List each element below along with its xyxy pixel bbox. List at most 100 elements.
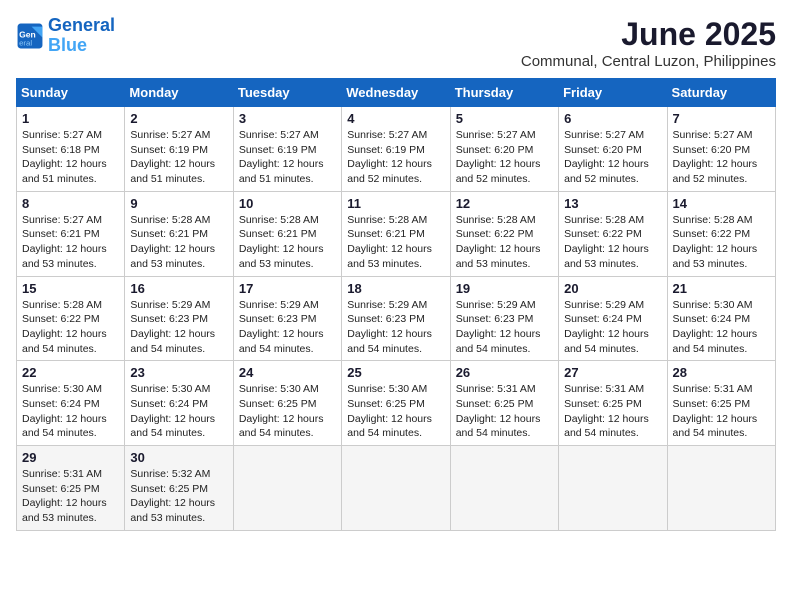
table-row: 7Sunrise: 5:27 AMSunset: 6:20 PMDaylight… bbox=[667, 107, 775, 192]
day-info: Sunrise: 5:28 AMSunset: 6:21 PMDaylight:… bbox=[347, 213, 444, 272]
day-info: Sunrise: 5:27 AMSunset: 6:19 PMDaylight:… bbox=[347, 128, 444, 187]
calendar-week-row: 29 Sunrise: 5:31 AMSunset: 6:25 PMDayligh… bbox=[17, 446, 776, 531]
table-row: 18 Sunrise: 5:29 AMSunset: 6:23 PMDayligh… bbox=[342, 276, 450, 361]
col-saturday: Saturday bbox=[667, 79, 775, 107]
table-row: 9 Sunrise: 5:28 AMSunset: 6:21 PMDaylight… bbox=[125, 191, 233, 276]
day-number: 14 bbox=[673, 196, 770, 211]
table-row: 8 Sunrise: 5:27 AMSunset: 6:21 PMDaylight… bbox=[17, 191, 125, 276]
col-tuesday: Tuesday bbox=[233, 79, 341, 107]
day-number: 18 bbox=[347, 281, 444, 296]
col-friday: Friday bbox=[559, 79, 667, 107]
table-row: 4 Sunrise: 5:27 AMSunset: 6:19 PMDaylight… bbox=[342, 107, 450, 192]
day-number: 3 bbox=[239, 111, 336, 126]
page-header: Gen eral General Blue June 2025 Communal… bbox=[16, 16, 776, 70]
table-row: 20Sunrise: 5:29 AMSunset: 6:24 PMDayligh… bbox=[559, 276, 667, 361]
table-row: 12 Sunrise: 5:28 AMSunset: 6:22 PMDayligh… bbox=[450, 191, 558, 276]
table-row: 13 Sunrise: 5:28 AMSunset: 6:22 PMDayligh… bbox=[559, 191, 667, 276]
logo: Gen eral General Blue bbox=[16, 16, 115, 56]
table-row bbox=[233, 446, 341, 531]
day-number: 23 bbox=[130, 365, 227, 380]
day-info: Sunrise: 5:30 AMSunset: 6:25 PMDaylight:… bbox=[347, 382, 444, 441]
logo-line1: General bbox=[48, 15, 115, 35]
col-sunday: Sunday bbox=[17, 79, 125, 107]
day-number: 5 bbox=[456, 111, 553, 126]
table-row: 26Sunrise: 5:31 AMSunset: 6:25 PMDayligh… bbox=[450, 361, 558, 446]
day-number: 12 bbox=[456, 196, 553, 211]
table-row: 30Sunrise: 5:32 AMSunset: 6:25 PMDayligh… bbox=[125, 446, 233, 531]
day-number: 1 bbox=[22, 111, 119, 126]
month-title: June 2025 bbox=[521, 16, 776, 53]
table-row bbox=[450, 446, 558, 531]
day-info: Sunrise: 5:28 AMSunset: 6:22 PMDaylight:… bbox=[456, 213, 553, 272]
day-info: Sunrise: 5:30 AMSunset: 6:24 PMDaylight:… bbox=[673, 298, 770, 357]
table-row: 10Sunrise: 5:28 AMSunset: 6:21 PMDayligh… bbox=[233, 191, 341, 276]
logo-line2: Blue bbox=[48, 35, 87, 55]
table-row: 3 Sunrise: 5:27 AMSunset: 6:19 PMDaylight… bbox=[233, 107, 341, 192]
calendar-header-row: Sunday Monday Tuesday Wednesday Thursday… bbox=[17, 79, 776, 107]
day-info: Sunrise: 5:29 AMSunset: 6:23 PMDaylight:… bbox=[347, 298, 444, 357]
table-row: 23 Sunrise: 5:30 AMSunset: 6:24 PMDayligh… bbox=[125, 361, 233, 446]
day-info: Sunrise: 5:27 AMSunset: 6:19 PMDaylight:… bbox=[130, 128, 227, 187]
calendar-week-row: 22 Sunrise: 5:30 AMSunset: 6:24 PMDayligh… bbox=[17, 361, 776, 446]
day-number: 21 bbox=[673, 281, 770, 296]
table-row: 2Sunrise: 5:27 AMSunset: 6:19 PMDaylight… bbox=[125, 107, 233, 192]
table-row: 24Sunrise: 5:30 AMSunset: 6:25 PMDayligh… bbox=[233, 361, 341, 446]
calendar-week-row: 8 Sunrise: 5:27 AMSunset: 6:21 PMDaylight… bbox=[17, 191, 776, 276]
day-info: Sunrise: 5:28 AMSunset: 6:22 PMDaylight:… bbox=[564, 213, 661, 272]
day-number: 22 bbox=[22, 365, 119, 380]
day-number: 15 bbox=[22, 281, 119, 296]
day-info: Sunrise: 5:30 AMSunset: 6:24 PMDaylight:… bbox=[22, 382, 119, 441]
day-info: Sunrise: 5:30 AMSunset: 6:25 PMDaylight:… bbox=[239, 382, 336, 441]
day-number: 4 bbox=[347, 111, 444, 126]
day-number: 25 bbox=[347, 365, 444, 380]
table-row: 29 Sunrise: 5:31 AMSunset: 6:25 PMDayligh… bbox=[17, 446, 125, 531]
day-number: 11 bbox=[347, 196, 444, 211]
day-number: 6 bbox=[564, 111, 661, 126]
day-number: 20 bbox=[564, 281, 661, 296]
table-row: 21 Sunrise: 5:30 AMSunset: 6:24 PMDayligh… bbox=[667, 276, 775, 361]
day-info: Sunrise: 5:31 AMSunset: 6:25 PMDaylight:… bbox=[564, 382, 661, 441]
table-row: 1 Sunrise: 5:27 AMSunset: 6:18 PMDaylight… bbox=[17, 107, 125, 192]
table-row: 25 Sunrise: 5:30 AMSunset: 6:25 PMDayligh… bbox=[342, 361, 450, 446]
day-info: Sunrise: 5:27 AMSunset: 6:20 PMDaylight:… bbox=[673, 128, 770, 187]
table-row: 28Sunrise: 5:31 AMSunset: 6:25 PMDayligh… bbox=[667, 361, 775, 446]
day-info: Sunrise: 5:29 AMSunset: 6:23 PMDaylight:… bbox=[130, 298, 227, 357]
day-number: 29 bbox=[22, 450, 119, 465]
table-row bbox=[559, 446, 667, 531]
day-info: Sunrise: 5:29 AMSunset: 6:23 PMDaylight:… bbox=[239, 298, 336, 357]
day-info: Sunrise: 5:28 AMSunset: 6:22 PMDaylight:… bbox=[22, 298, 119, 357]
day-info: Sunrise: 5:27 AMSunset: 6:19 PMDaylight:… bbox=[239, 128, 336, 187]
title-block: June 2025 Communal, Central Luzon, Phili… bbox=[521, 16, 776, 70]
day-info: Sunrise: 5:29 AMSunset: 6:23 PMDaylight:… bbox=[456, 298, 553, 357]
day-info: Sunrise: 5:32 AMSunset: 6:25 PMDaylight:… bbox=[130, 467, 227, 526]
day-info: Sunrise: 5:30 AMSunset: 6:24 PMDaylight:… bbox=[130, 382, 227, 441]
svg-text:eral: eral bbox=[19, 38, 32, 47]
day-info: Sunrise: 5:28 AMSunset: 6:21 PMDaylight:… bbox=[239, 213, 336, 272]
table-row bbox=[342, 446, 450, 531]
table-row: 5Sunrise: 5:27 AMSunset: 6:20 PMDaylight… bbox=[450, 107, 558, 192]
table-row: 22 Sunrise: 5:30 AMSunset: 6:24 PMDayligh… bbox=[17, 361, 125, 446]
day-info: Sunrise: 5:27 AMSunset: 6:18 PMDaylight:… bbox=[22, 128, 119, 187]
day-info: Sunrise: 5:27 AMSunset: 6:21 PMDaylight:… bbox=[22, 213, 119, 272]
logo-icon: Gen eral bbox=[16, 22, 44, 50]
col-thursday: Thursday bbox=[450, 79, 558, 107]
day-number: 17 bbox=[239, 281, 336, 296]
table-row: 6 Sunrise: 5:27 AMSunset: 6:20 PMDaylight… bbox=[559, 107, 667, 192]
calendar-table: Sunday Monday Tuesday Wednesday Thursday… bbox=[16, 78, 776, 531]
day-info: Sunrise: 5:28 AMSunset: 6:21 PMDaylight:… bbox=[130, 213, 227, 272]
table-row: 11 Sunrise: 5:28 AMSunset: 6:21 PMDayligh… bbox=[342, 191, 450, 276]
day-number: 16 bbox=[130, 281, 227, 296]
day-number: 9 bbox=[130, 196, 227, 211]
day-number: 8 bbox=[22, 196, 119, 211]
table-row: 17 Sunrise: 5:29 AMSunset: 6:23 PMDayligh… bbox=[233, 276, 341, 361]
day-number: 13 bbox=[564, 196, 661, 211]
location-subtitle: Communal, Central Luzon, Philippines bbox=[521, 53, 776, 70]
table-row bbox=[667, 446, 775, 531]
day-info: Sunrise: 5:27 AMSunset: 6:20 PMDaylight:… bbox=[564, 128, 661, 187]
day-number: 27 bbox=[564, 365, 661, 380]
day-number: 19 bbox=[456, 281, 553, 296]
calendar-week-row: 1 Sunrise: 5:27 AMSunset: 6:18 PMDaylight… bbox=[17, 107, 776, 192]
day-info: Sunrise: 5:28 AMSunset: 6:22 PMDaylight:… bbox=[673, 213, 770, 272]
table-row: 15 Sunrise: 5:28 AMSunset: 6:22 PMDayligh… bbox=[17, 276, 125, 361]
day-info: Sunrise: 5:31 AMSunset: 6:25 PMDaylight:… bbox=[22, 467, 119, 526]
